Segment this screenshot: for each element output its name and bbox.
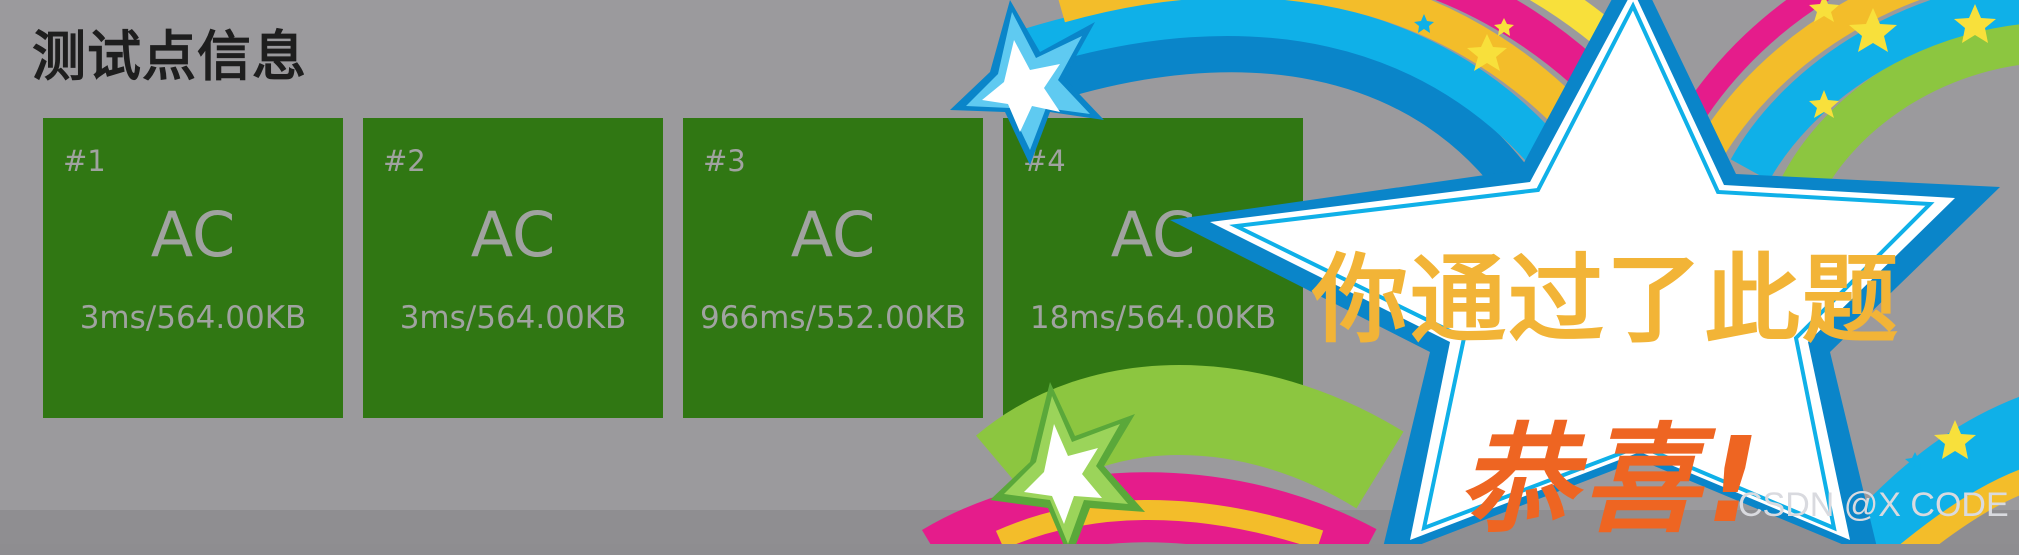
watermark: CSDN @X CODE [1738, 486, 2009, 524]
pass-message: 你通过了此题 [1312, 244, 1900, 356]
congrats-message: 恭喜! [1458, 411, 1766, 549]
